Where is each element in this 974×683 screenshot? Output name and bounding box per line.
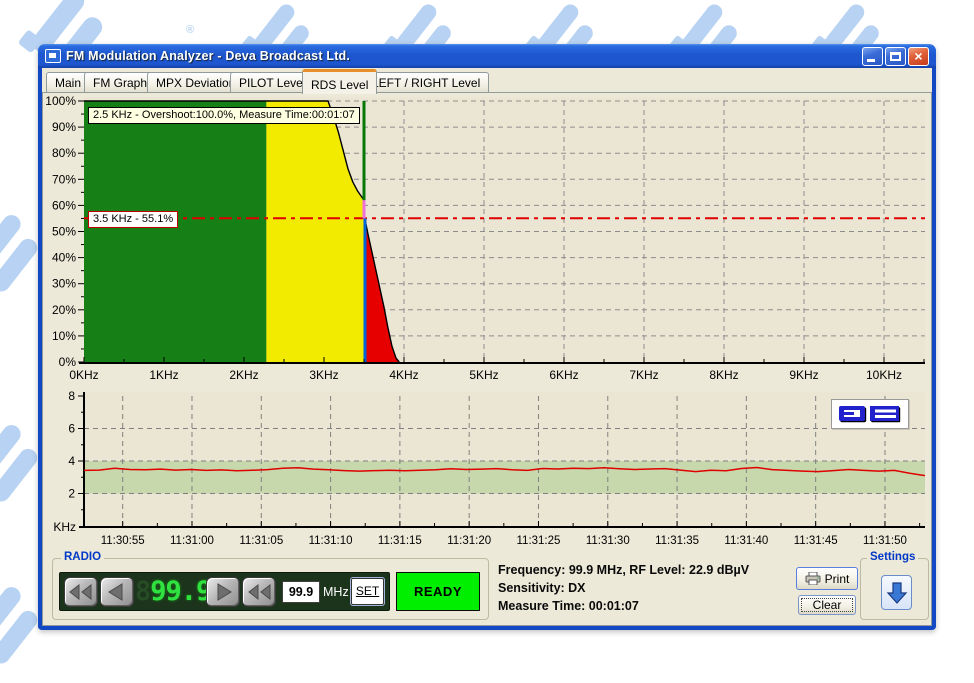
svg-text:6KHz: 6KHz [549,368,578,382]
minimize-button[interactable] [862,47,883,66]
tab-fm-graph[interactable]: FM Graph [84,72,156,93]
svg-text:5KHz: 5KHz [469,368,498,382]
minimize-icon [867,59,875,62]
y-axis-labels: 8 6 4 2 [68,390,75,501]
measurement-info: Frequency: 99.9 MHz, RF Level: 22.9 dBµV… [498,561,749,615]
step-up-button[interactable] [206,577,240,607]
settings-group-label: Settings [867,551,918,563]
app-window: FM Modulation Analyzer - Deva Broadcast … [38,44,936,630]
svg-text:11:31:30: 11:31:30 [586,535,630,547]
svg-text:20%: 20% [52,303,76,317]
svg-text:60%: 60% [52,198,76,212]
svg-text:11:30:55: 11:30:55 [101,535,145,547]
info-frequency-rf: Frequency: 99.9 MHz, RF Level: 22.9 dBµV [498,561,749,579]
tuner-panel: 899.9 MHz SET [59,572,390,611]
svg-text:7KHz: 7KHz [629,368,658,382]
svg-text:40%: 40% [52,251,76,265]
svg-text:2: 2 [68,487,75,501]
radio-group-label: RADIO [61,551,104,563]
zone-green [84,101,266,362]
svg-text:11:31:10: 11:31:10 [309,535,353,547]
db-logo-glyphs [839,406,899,421]
overshoot-annotation: 2.5 KHz - Overshoot:100.0%, Measure Time… [88,107,360,124]
svg-text:11:31:35: 11:31:35 [655,535,699,547]
clear-button[interactable]: Clear [798,595,856,615]
svg-text:11:31:25: 11:31:25 [517,535,561,547]
svg-text:6: 6 [68,422,75,436]
settings-button[interactable] [881,575,912,610]
svg-text:4KHz: 4KHz [389,368,418,382]
seek-down-button[interactable] [64,577,98,607]
svg-text:50%: 50% [52,225,76,239]
frequency-input[interactable] [282,581,320,603]
tabstrip: Main FM Graph MPX Deviation PILOT Level … [42,68,932,93]
x-axis-labels: 0KHz 1KHz 2KHz 3KHz 4KHz 5KHz 6KHz 7KHz 8KHz 9KHz… [69,368,902,382]
frequency-display-value: 99.9 [150,576,211,607]
seek-up-button[interactable] [242,577,276,607]
svg-text:11:31:50: 11:31:50 [863,535,907,547]
rds-spectrum-chart: 0KHz 1KHz 2KHz 3KHz 4KHz 5KHz 6KHz 7KHz 8KHz 9KHz… [46,95,930,390]
down-arrow-icon [886,581,908,605]
svg-text:0KHz: 0KHz [69,368,98,382]
svg-text:0%: 0% [59,355,77,369]
tab-left-right-level[interactable]: LEFT / RIGHT Level [363,72,489,93]
info-measure-time: Measure Time: 00:01:07 [498,597,749,615]
registered-trademark-mark: ® [186,24,194,36]
step-down-button[interactable] [100,577,134,607]
svg-text:11:31:40: 11:31:40 [724,535,768,547]
y-axis-unit: KHz [53,520,76,534]
tab-rds-level[interactable]: RDS Level [302,69,377,94]
svg-text:90%: 90% [52,120,76,134]
svg-text:11:31:05: 11:31:05 [239,535,283,547]
rds-history-chart: 8642KHz11:30:5511:31:0011:31:0511:31:101… [46,390,930,550]
svg-text:4: 4 [68,454,75,468]
svg-text:1KHz: 1KHz [149,368,178,382]
maximize-icon [890,52,901,61]
svg-text:10%: 10% [52,329,76,343]
print-button[interactable]: Print [796,567,858,590]
svg-text:30%: 30% [52,277,76,291]
svg-text:11:31:45: 11:31:45 [794,535,838,547]
printer-icon [805,572,821,585]
svg-text:8KHz: 8KHz [709,368,738,382]
frequency-display: 899.9 [135,575,203,609]
svg-text:70%: 70% [52,172,76,186]
svg-text:100%: 100% [46,95,76,108]
frequency-display-ghost-digit: 8 [135,576,150,607]
svg-text:10KHz: 10KHz [866,368,902,382]
svg-text:8: 8 [68,390,75,403]
status-badge: READY [396,572,480,611]
settings-group: Settings [860,558,929,620]
tolerance-band [84,461,925,494]
window-title: FM Modulation Analyzer - Deva Broadcast … [66,49,350,63]
svg-text:11:31:15: 11:31:15 [378,535,422,547]
close-icon: × [909,48,928,65]
titlebar[interactable]: FM Modulation Analyzer - Deva Broadcast … [38,44,936,68]
maximize-button[interactable] [885,47,906,66]
svg-text:3KHz: 3KHz [309,368,338,382]
app-window-icon [45,49,61,63]
clear-button-label: Clear [813,598,842,612]
y-axis-labels: 100% 90% 80% 70% 60% 50% 40% 30% 20% 10% 0% [46,95,76,369]
print-button-label: Print [825,572,850,586]
radio-group: RADIO 899.9 MHz [52,558,489,620]
info-sensitivity: Sensitivity: DX [498,579,749,597]
time-axis-labels: 11:30:55 11:31:00 11:31:05 11:31:10 11:31:15… [101,535,907,547]
svg-text:11:31:00: 11:31:00 [170,535,214,547]
deva-db-logo [831,399,909,429]
threshold-annotation: 3.5 KHz - 55.1% [88,211,178,228]
rds-level-panel: 0KHz1KHz2KHz3KHz4KHz5KHz6KHz7KHz8KHz9KHz… [42,92,932,626]
svg-text:9KHz: 9KHz [789,368,818,382]
close-button[interactable]: × [908,47,929,66]
svg-text:2KHz: 2KHz [229,368,258,382]
set-button[interactable]: SET [351,578,384,605]
svg-text:11:31:20: 11:31:20 [447,535,491,547]
mhz-unit-label: MHz [323,585,349,599]
svg-text:80%: 80% [52,146,76,160]
